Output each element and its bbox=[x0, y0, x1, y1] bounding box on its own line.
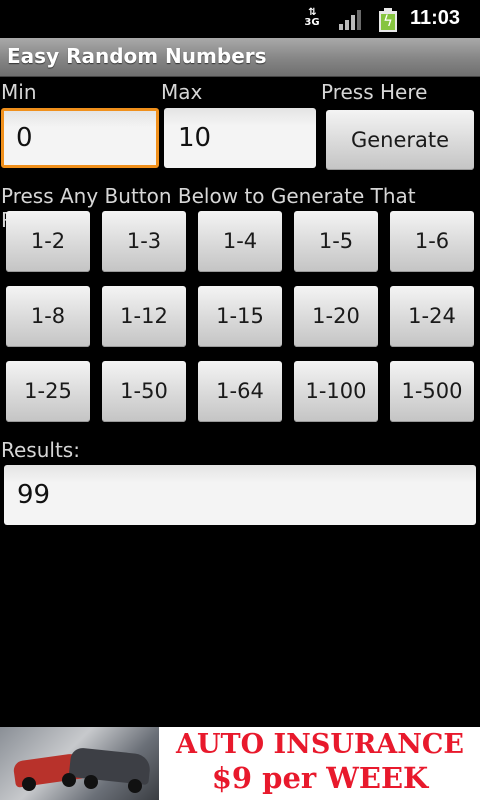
generate-hint-label: Press Here bbox=[321, 80, 428, 104]
range-button-1-100[interactable]: 1-100 bbox=[294, 361, 378, 422]
range-button-1-5[interactable]: 1-5 bbox=[294, 211, 378, 272]
app-title: Easy Random Numbers bbox=[7, 44, 267, 68]
status-bar: ⇅ 3G ϟ 11:03 bbox=[0, 0, 480, 38]
signal-strength-icon bbox=[339, 10, 363, 30]
generate-button[interactable]: Generate bbox=[326, 110, 474, 170]
range-button-1-50[interactable]: 1-50 bbox=[102, 361, 186, 422]
min-label: Min bbox=[1, 80, 37, 104]
range-button-1-4[interactable]: 1-4 bbox=[198, 211, 282, 272]
range-button-1-64[interactable]: 1-64 bbox=[198, 361, 282, 422]
range-button-1-3[interactable]: 1-3 bbox=[102, 211, 186, 272]
range-button-1-24[interactable]: 1-24 bbox=[390, 286, 474, 347]
battery-charging-icon: ϟ bbox=[379, 8, 397, 32]
range-button-1-500[interactable]: 1-500 bbox=[390, 361, 474, 422]
range-button-1-25[interactable]: 1-25 bbox=[6, 361, 90, 422]
results-label: Results: bbox=[1, 438, 80, 462]
range-button-1-2[interactable]: 1-2 bbox=[6, 211, 90, 272]
network-3g-icon: ⇅ 3G bbox=[304, 7, 320, 28]
range-button-1-20[interactable]: 1-20 bbox=[294, 286, 378, 347]
range-button-1-12[interactable]: 1-12 bbox=[102, 286, 186, 347]
ad-headline: AUTO INSURANCE bbox=[176, 729, 464, 760]
status-clock: 11:03 bbox=[410, 7, 461, 29]
ad-banner[interactable]: AUTO INSURANCE $9 per WEEK bbox=[0, 727, 480, 800]
network-type-label: 3G bbox=[304, 17, 320, 28]
range-button-1-15[interactable]: 1-15 bbox=[198, 286, 282, 347]
min-input[interactable]: 0 bbox=[1, 108, 159, 168]
max-input[interactable]: 10 bbox=[164, 108, 316, 168]
range-button-1-6[interactable]: 1-6 bbox=[390, 211, 474, 272]
app-title-bar: Easy Random Numbers bbox=[0, 38, 480, 77]
ad-car-photo bbox=[0, 727, 159, 800]
results-field: 99 bbox=[4, 465, 476, 525]
ad-price: $9 per WEEK bbox=[211, 761, 429, 795]
max-label: Max bbox=[161, 80, 203, 104]
range-button-1-8[interactable]: 1-8 bbox=[6, 286, 90, 347]
